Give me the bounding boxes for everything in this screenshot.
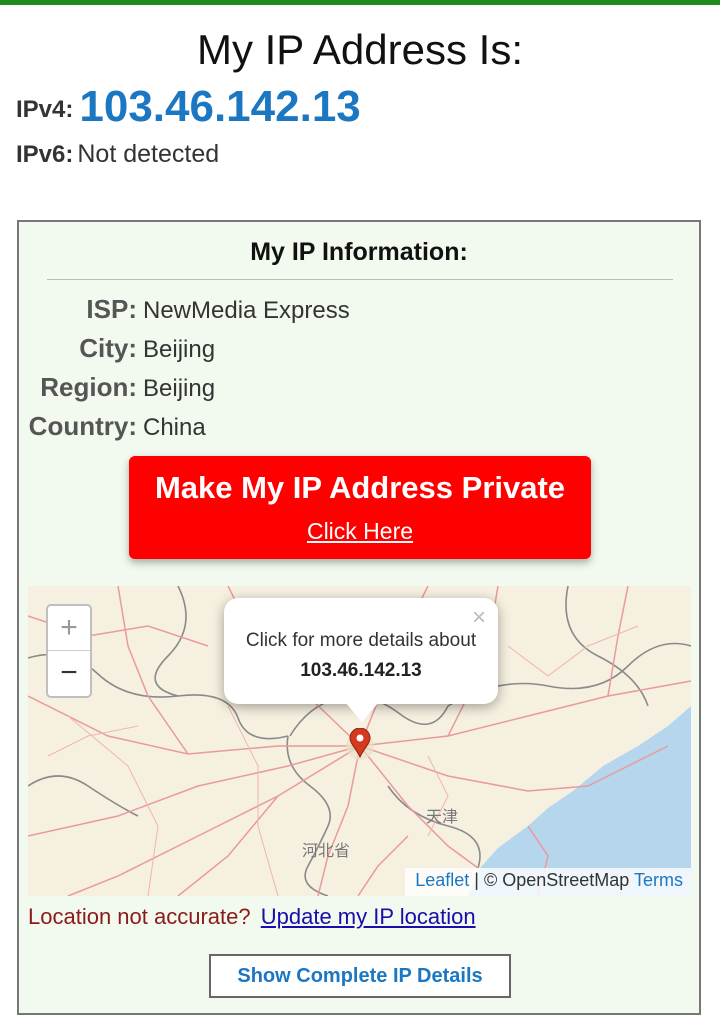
osm-attribution: | © OpenStreetMap xyxy=(474,870,630,890)
popup-message: Click for more details about xyxy=(245,630,477,651)
ipv4-value: 103.46.142.13 xyxy=(79,82,361,131)
info-heading: My IP Information: xyxy=(250,238,468,266)
ipv6-value: Not detected xyxy=(77,140,220,168)
city-value: Beijing xyxy=(143,336,216,363)
update-location-link[interactable]: Update my IP location xyxy=(261,904,476,929)
city-label: City: xyxy=(79,333,137,363)
map-attribution: Leaflet | © OpenStreetMap Terms xyxy=(405,868,691,896)
zoom-in-button[interactable]: + xyxy=(48,606,90,651)
ip-information-panel: My IP Information: ISP: NewMedia Express… xyxy=(17,220,701,1015)
divider xyxy=(47,279,673,280)
popup-text: Click for more details about 103.46.142.… xyxy=(224,626,498,686)
location-marker-icon[interactable] xyxy=(349,728,371,758)
country-label: Country: xyxy=(28,411,137,441)
location-accuracy-line: Location not accurate? Update my IP loca… xyxy=(28,904,476,930)
ipv6-label: IPv6: xyxy=(16,141,74,168)
top-accent-bar xyxy=(0,0,720,5)
make-ip-private-button[interactable]: Make My IP Address Private Click Here xyxy=(129,456,591,559)
show-complete-details-button[interactable]: Show Complete IP Details xyxy=(209,954,511,998)
zoom-out-button[interactable]: − xyxy=(48,651,90,696)
region-label: Region: xyxy=(40,372,137,402)
map-label-tianjin: 天津 xyxy=(426,807,458,826)
region-value: Beijing xyxy=(143,375,216,402)
zoom-control: + − xyxy=(46,604,92,698)
info-row-region: Region: Beijing xyxy=(19,372,699,402)
info-row-city: City: Beijing xyxy=(19,333,699,363)
popup-tip xyxy=(345,702,379,722)
ipv4-line: IPv4: 103.46.142.13 xyxy=(16,82,361,132)
accuracy-text: Location not accurate? xyxy=(28,904,251,929)
page-title: My IP Address Is: xyxy=(196,26,523,73)
cta-title: Make My IP Address Private xyxy=(154,470,566,505)
info-row-isp: ISP: NewMedia Express xyxy=(19,294,699,324)
leaflet-link[interactable]: Leaflet xyxy=(415,870,469,890)
info-row-country: Country: China xyxy=(19,411,699,441)
cta-click-here-link[interactable]: Click Here xyxy=(307,518,413,545)
terms-link[interactable]: Terms xyxy=(634,870,683,890)
isp-label: ISP: xyxy=(86,294,137,324)
map-label-hebei: 河北省 xyxy=(302,841,350,860)
isp-value: NewMedia Express xyxy=(143,297,350,324)
ipv6-line: IPv6: Not detected xyxy=(16,140,219,169)
popup-ip: 103.46.142.13 xyxy=(300,660,422,681)
country-value: China xyxy=(143,414,206,441)
ipv4-label: IPv4: xyxy=(16,96,74,123)
location-map[interactable]: 天津 河北省 + − × Click for more details abou… xyxy=(28,586,691,896)
map-popup[interactable]: × Click for more details about 103.46.14… xyxy=(224,598,498,722)
